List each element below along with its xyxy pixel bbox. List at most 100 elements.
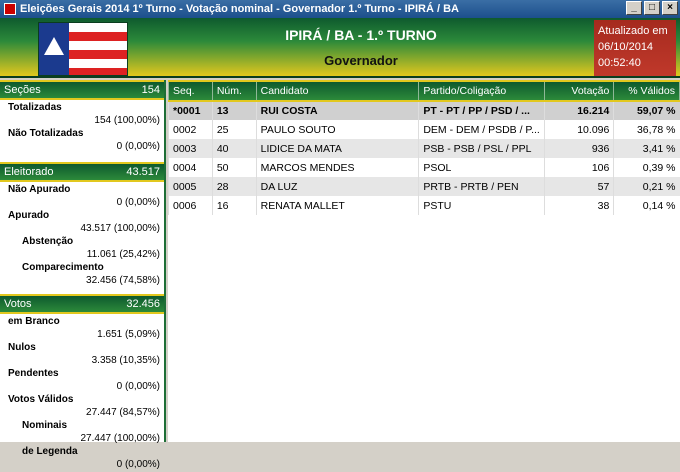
updated-date: 06/10/2014 (598, 41, 654, 53)
cell-votacao: 38 (543, 196, 614, 215)
col-votacao[interactable]: Votação (543, 80, 615, 102)
col-partido[interactable]: Partido/Coligação (418, 80, 545, 102)
cell-num: 13 (211, 101, 257, 120)
comparecimento-value: 32.456 (74,58%) (86, 275, 160, 286)
minimize-icon[interactable]: _ (626, 1, 642, 15)
col-seq[interactable]: Seq. (168, 80, 213, 102)
cell-partido: PSTU (418, 196, 545, 215)
cell-partido: PT - PT / PP / PSD / ... (418, 101, 545, 120)
table-row[interactable]: *0001 13 RUI COSTA PT - PT / PP / PSD / … (168, 101, 680, 120)
cell-partido: PSB - PSB / PSL / PPL (418, 139, 545, 158)
cell-seq: 0002 (168, 120, 213, 139)
cell-seq: 0005 (168, 177, 213, 196)
cell-validos: 0,21 % (613, 177, 680, 196)
bahia-flag-icon (38, 22, 128, 76)
legenda-value: 0 (0,00%) (116, 459, 160, 470)
comparecimento-label: Comparecimento (22, 262, 104, 273)
cell-votacao: 936 (543, 139, 614, 158)
branco-label: em Branco (8, 316, 60, 327)
nao-apurado-label: Não Apurado (8, 184, 71, 195)
secoes-header: Seções 154 (0, 80, 164, 100)
cell-candidato: PAULO SOUTO (255, 120, 419, 139)
cell-candidato: LIDICE DA MATA (255, 139, 419, 158)
window-title: Eleições Gerais 2014 1º Turno - Votação … (20, 3, 459, 15)
validos-value: 27.447 (84,57%) (86, 407, 160, 418)
cell-votacao: 16.214 (543, 101, 614, 120)
table-row[interactable]: 0003 40 LIDICE DA MATA PSB - PSB / PSL /… (168, 139, 680, 158)
cell-num: 50 (211, 158, 257, 177)
table-row[interactable]: 0005 28 DA LUZ PRTB - PRTB / PEN 57 0,21… (168, 177, 680, 196)
nao-totalizadas-value: 0 (0,00%) (116, 141, 160, 152)
nominais-value: 27.447 (100,00%) (80, 433, 160, 444)
totalizadas-value: 154 (100,00%) (94, 115, 160, 126)
cell-seq: *0001 (168, 101, 213, 120)
nao-totalizadas-label: Não Totalizadas (8, 128, 84, 139)
nulos-value: 3.358 (10,35%) (91, 355, 160, 366)
cell-num: 28 (211, 177, 257, 196)
cell-partido: PRTB - PRTB / PEN (418, 177, 545, 196)
cell-candidato: DA LUZ (255, 177, 419, 196)
legenda-label: de Legenda (22, 446, 78, 457)
results-panel: Seq. Núm. Candidato Partido/Coligação Vo… (168, 80, 680, 442)
cell-partido: PSOL (418, 158, 545, 177)
cell-validos: 0,14 % (613, 196, 680, 215)
pendentes-value: 0 (0,00%) (116, 381, 160, 392)
results-table: Seq. Núm. Candidato Partido/Coligação Vo… (168, 80, 680, 215)
cell-candidato: MARCOS MENDES (255, 158, 419, 177)
cell-partido: DEM - DEM / PSDB / P... (418, 120, 545, 139)
window-controls: _ □ × (626, 1, 678, 15)
pendentes-label: Pendentes (8, 368, 59, 379)
table-header-row: Seq. Núm. Candidato Partido/Coligação Vo… (168, 80, 680, 102)
secoes-value: 154 (141, 84, 160, 96)
eleitorado-header: Eleitorado 43.517 (0, 162, 164, 182)
cell-seq: 0003 (168, 139, 213, 158)
col-validos[interactable]: % Válidos (613, 80, 680, 102)
apurado-value: 43.517 (100,00%) (80, 223, 160, 234)
table-row[interactable]: 0004 50 MARCOS MENDES PSOL 106 0,39 % (168, 158, 680, 177)
cell-seq: 0006 (168, 196, 213, 215)
cell-validos: 0,39 % (613, 158, 680, 177)
page-subtitle: Governador (324, 53, 398, 68)
app-icon (4, 3, 16, 15)
window-titlebar: Eleições Gerais 2014 1º Turno - Votação … (0, 0, 680, 18)
eleitorado-label: Eleitorado (4, 166, 54, 178)
updated-box: Atualizado em 06/10/2014 00:52:40 (594, 20, 676, 76)
header-center: IPIRÁ / BA - 1.º TURNO Governador (130, 18, 592, 78)
page-title: IPIRÁ / BA - 1.º TURNO (285, 27, 437, 43)
abstencao-value: 11.061 (25,42%) (86, 249, 160, 260)
cell-seq: 0004 (168, 158, 213, 177)
validos-label: Votos Válidos (8, 394, 74, 405)
cell-validos: 3,41 % (613, 139, 680, 158)
cell-validos: 59,07 % (613, 101, 680, 120)
cell-num: 16 (211, 196, 257, 215)
cell-validos: 36,78 % (613, 120, 680, 139)
eleitorado-value: 43.517 (126, 166, 160, 178)
summary-panel: Seções 154 Totalizadas 154 (100,00%) Não… (0, 80, 166, 470)
col-candidato[interactable]: Candidato (255, 80, 420, 102)
cell-num: 25 (211, 120, 257, 139)
close-icon[interactable]: × (662, 1, 678, 15)
votos-value: 32.456 (126, 298, 160, 310)
maximize-icon[interactable]: □ (644, 1, 660, 15)
cell-votacao: 57 (543, 177, 614, 196)
apurado-label: Apurado (8, 210, 50, 221)
table-row[interactable]: 0002 25 PAULO SOUTO DEM - DEM / PSDB / P… (168, 120, 680, 139)
cell-candidato: RENATA MALLET (255, 196, 419, 215)
col-num[interactable]: Núm. (211, 80, 257, 102)
votos-label: Votos (4, 298, 32, 310)
header-banner: IPIRÁ / BA - 1.º TURNO Governador Atuali… (0, 18, 680, 78)
nominais-label: Nominais (22, 420, 68, 431)
totalizadas-label: Totalizadas (8, 102, 62, 113)
cell-candidato: RUI COSTA (255, 101, 419, 120)
nao-apurado-value: 0 (0,00%) (116, 197, 160, 208)
updated-label: Atualizado em (598, 25, 668, 37)
branco-value: 1.651 (5,09%) (97, 329, 160, 340)
abstencao-label: Abstenção (22, 236, 74, 247)
updated-time: 00:52:40 (598, 57, 641, 69)
secoes-label: Seções (4, 84, 41, 96)
votos-header: Votos 32.456 (0, 294, 164, 314)
cell-num: 40 (211, 139, 257, 158)
table-row[interactable]: 0006 16 RENATA MALLET PSTU 38 0,14 % (168, 196, 680, 215)
cell-votacao: 106 (543, 158, 614, 177)
cell-votacao: 10.096 (543, 120, 614, 139)
